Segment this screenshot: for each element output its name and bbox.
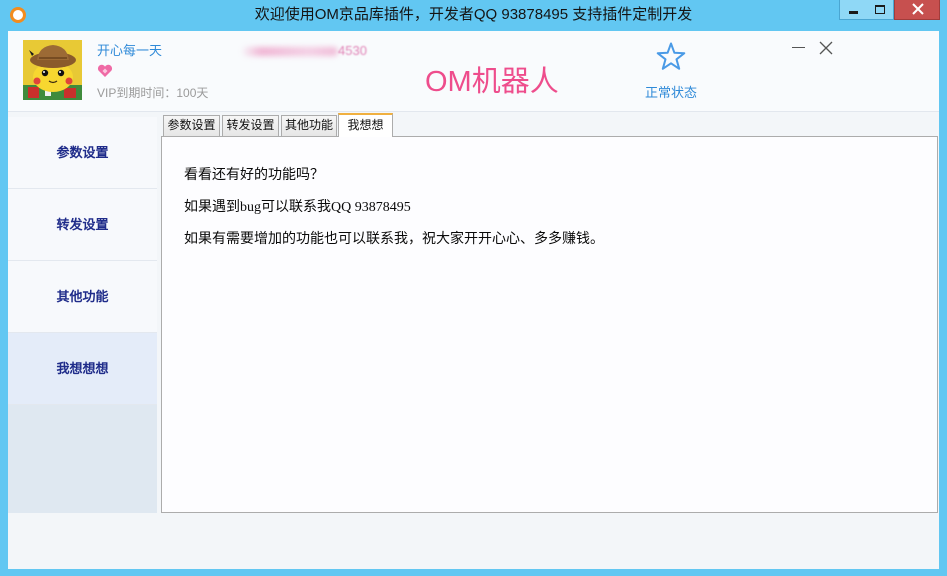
close-window-button[interactable] (894, 0, 940, 20)
maximize-icon (875, 5, 885, 14)
sidebar-item-params[interactable]: 参数设置 (8, 117, 157, 189)
minimize-icon[interactable] (792, 47, 805, 48)
user-avatar[interactable] (23, 40, 82, 100)
status-label[interactable]: 正常状态 (645, 85, 697, 101)
tab-forward[interactable]: 转发设置 (222, 115, 279, 136)
sidebar-item-other[interactable]: 其他功能 (8, 261, 157, 333)
app-name-title: OM机器人 (425, 66, 559, 98)
content-line: 如果有需要增加的功能也可以联系我，祝大家开开心心、多多赚钱。 (184, 232, 604, 247)
close-icon (912, 3, 924, 15)
account-id-tail: 4530 (338, 43, 367, 58)
username-link[interactable]: 开心每一天 (97, 43, 162, 59)
maximize-window-button[interactable] (866, 0, 894, 20)
tab-other[interactable]: 其他功能 (281, 115, 337, 136)
title-bar[interactable]: 欢迎使用OM京品库插件，开发者QQ 93878495 支持插件定制开发 (0, 0, 947, 31)
close-icon[interactable] (819, 41, 833, 55)
tab-params[interactable]: 参数设置 (163, 115, 220, 136)
sidebar-item-forward[interactable]: 转发设置 (8, 189, 157, 261)
minimize-window-button[interactable] (839, 0, 867, 20)
minimize-icon (849, 11, 858, 14)
blurred-account-id (242, 47, 338, 56)
vip-expiry-text: VIP到期时间：100天 (97, 86, 209, 100)
sidebar-item-ideas[interactable]: 我想想想 (8, 333, 157, 405)
content-line: 看看还有好的功能吗？ (184, 168, 324, 183)
client-area: 开心每一天 VIP到期时间：100天 4530 OM机器人 正常状态 参数设置 … (8, 31, 939, 569)
content-line: 如果遇到bug可以联系我QQ 93878495 (184, 200, 411, 215)
star-outline-icon[interactable] (656, 42, 686, 72)
tab-panel: 看看还有好的功能吗？ 如果遇到bug可以联系我QQ 93878495 如果有需要… (161, 136, 938, 513)
app-window: 欢迎使用OM京品库插件，开发者QQ 93878495 支持插件定制开发 开心每一… (0, 0, 947, 576)
profile-header: 开心每一天 VIP到期时间：100天 4530 OM机器人 正常状态 (8, 31, 939, 112)
tab-ideas[interactable]: 我想想 (338, 113, 393, 137)
window-title: 欢迎使用OM京品库插件，开发者QQ 93878495 支持插件定制开发 (254, 6, 693, 23)
sidebar-nav: 参数设置 转发设置 其他功能 我想想想 (8, 117, 157, 513)
pink-heart-icon (97, 64, 113, 77)
